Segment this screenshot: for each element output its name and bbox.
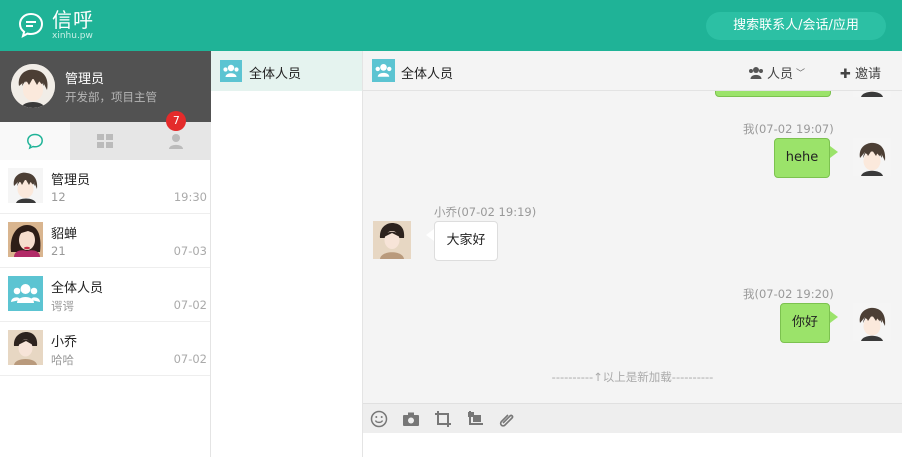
message-meta: 小乔(07-02 19:19)	[434, 205, 537, 219]
group-item-active[interactable]: 全体人员	[211, 51, 362, 91]
conversation-item[interactable]: 貂蝉 21 07-03	[0, 214, 210, 268]
conversation-name: 小乔	[51, 335, 78, 350]
conversation-time: 19:30	[173, 190, 207, 204]
group-icon	[220, 60, 242, 82]
avatar	[373, 221, 411, 259]
crop-icon[interactable]	[434, 410, 452, 428]
tab-conversations[interactable]	[0, 122, 71, 160]
message-input[interactable]	[363, 433, 902, 457]
tab-contacts[interactable]	[141, 122, 211, 160]
message-bubble-incoming: 大家好	[434, 221, 498, 261]
message-bubble-outgoing: 你好	[780, 303, 830, 343]
conversation-name: 貂蝉	[51, 227, 78, 242]
conversation-time: 07-03	[173, 244, 207, 258]
tab-apps[interactable]: 7	[70, 111, 187, 160]
group-icon	[372, 59, 395, 82]
conversation-name: 管理员	[51, 173, 91, 188]
conversation-item[interactable]: 管理员 12 19:30	[0, 160, 210, 214]
avatar[interactable]	[11, 64, 55, 108]
avatar	[853, 91, 891, 97]
attachment-icon[interactable]	[498, 410, 516, 428]
invite-label: 邀请	[855, 67, 882, 82]
search-input[interactable]: 搜索联系人/会话/应用	[706, 12, 886, 40]
group-name: 全体人员	[249, 67, 302, 82]
message-bubble-partial	[715, 91, 831, 97]
bubble-tail	[830, 311, 838, 323]
bubble-tail	[830, 146, 838, 158]
avatar	[853, 138, 891, 176]
conversation-item[interactable]: 全体人员 谔谔 07-02	[0, 268, 210, 322]
conversation-name: 全体人员	[51, 281, 104, 296]
group-list-column: 全体人员	[211, 51, 363, 457]
conversation-last-message: 21	[51, 244, 66, 258]
chat-toolbar	[363, 403, 902, 433]
apps-grid-icon	[97, 134, 114, 148]
conversation-item[interactable]: 小乔 哈哈 07-02	[0, 322, 210, 376]
conversation-last-message: 12	[51, 190, 66, 204]
user-title: 开发部，项目主管	[65, 90, 157, 104]
user-name: 管理员	[65, 72, 105, 87]
chat-logo-icon	[18, 12, 44, 38]
screenshot-icon[interactable]	[466, 410, 484, 428]
people-label: 人员	[767, 67, 794, 82]
group-avatar	[8, 276, 43, 311]
people-icon	[749, 67, 763, 79]
group-icon	[8, 276, 43, 311]
emoji-icon[interactable]	[370, 410, 388, 428]
conversation-time: 07-02	[173, 298, 207, 312]
conversation-last-message: 哈哈	[51, 353, 74, 367]
avatar	[8, 222, 43, 257]
conversation-time: 07-02	[173, 352, 207, 366]
app-logo[interactable]: 信呼 xinhu.pw	[17, 7, 94, 43]
chat-title: 全体人员	[401, 67, 454, 82]
chat-message-area[interactable]: 我(07-02 19:07) hehe 小乔(07-02 19:19) 大家好 …	[363, 91, 902, 403]
chevron-down-icon: ﹀	[796, 69, 806, 79]
chat-bubble-icon	[27, 133, 44, 150]
avatar	[8, 330, 43, 365]
avatar	[8, 168, 43, 203]
message-bubble-outgoing: hehe	[774, 138, 830, 178]
history-divider: ----------↑以上是新加载----------	[551, 370, 714, 384]
invite-button[interactable]: ✚ 邀请	[840, 63, 881, 82]
app-title: 信呼	[52, 7, 94, 32]
app-subtitle: xinhu.pw	[52, 30, 93, 41]
conversation-last-message: 谔谔	[51, 299, 74, 313]
image-icon[interactable]	[402, 410, 420, 428]
conversation-list: 管理员 12 19:30 貂蝉 21 07-03 全体人员 谔谔 07-02 小…	[0, 160, 211, 457]
message-meta: 我(07-02 19:20)	[743, 287, 834, 301]
bubble-tail	[426, 229, 434, 241]
top-header: 信呼 xinhu.pw 搜索联系人/会话/应用	[0, 0, 902, 51]
plus-icon: ✚	[840, 67, 851, 82]
people-dropdown-button[interactable]: 人员 ﹀	[748, 63, 805, 82]
avatar	[853, 303, 891, 341]
message-meta: 我(07-02 19:07)	[743, 122, 834, 136]
person-icon	[168, 134, 183, 149]
sidebar-tabs: 7	[0, 111, 211, 160]
chat-header: 全体人员 人员 ﹀ ✚ 邀请	[363, 51, 902, 91]
